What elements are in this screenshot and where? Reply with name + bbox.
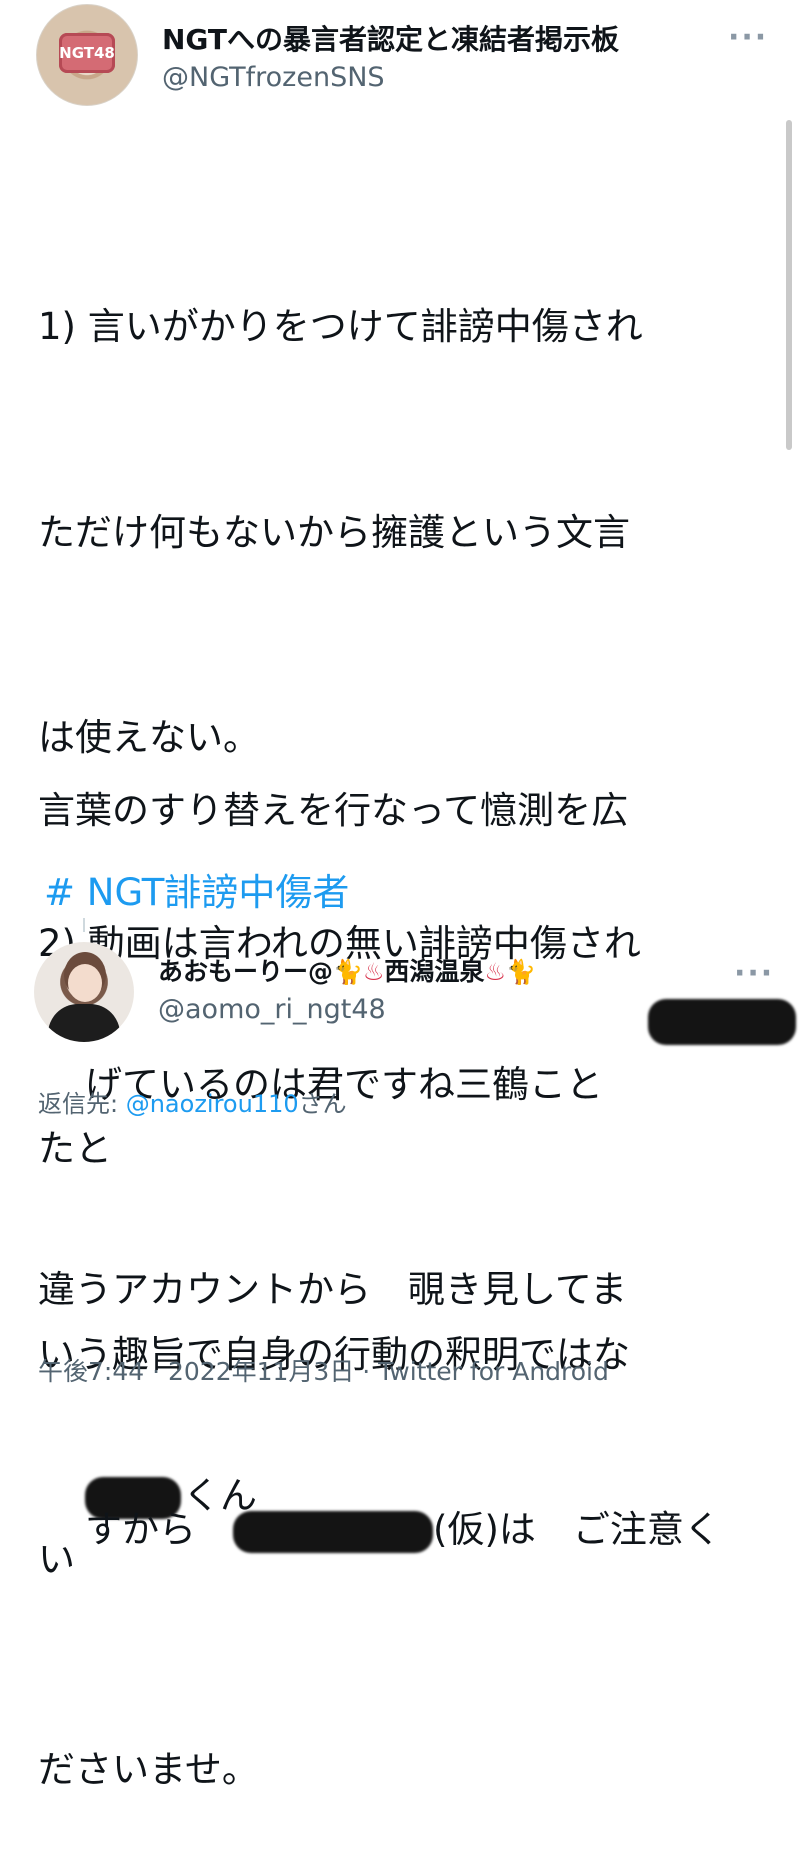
redaction-mark (648, 998, 796, 1045)
reply-body-line: ださいませ。 (38, 1748, 259, 1791)
tweet-timestamp[interactable]: 午後7:44 · 2022年11月3日 · Twitter for Androi… (38, 1352, 609, 1388)
tweet-body-line: 言葉のすり替えを行なって憶測を広 (38, 789, 629, 832)
tweet-body-line: ただけ何もないから擁護という文言 (38, 510, 630, 554)
more-horizontal-icon[interactable]: ··· (734, 956, 774, 991)
thread-connector-line (83, 918, 85, 932)
author-avatar[interactable]: NGT48 (36, 4, 138, 106)
reply-to-suffix: さん (298, 1090, 347, 1118)
scrollbar[interactable] (786, 120, 792, 450)
reply-author-name-prefix: あおもーりー@ (158, 957, 334, 986)
reply-body: 違うアカウントから 覗き見してま すから (仮)は ご注意く ださいませ。 (38, 1140, 721, 1860)
hot-springs-icon: ♨ (484, 958, 506, 986)
reply-body-line: 違うアカウントから 覗き見してま (38, 1268, 628, 1311)
tweet-body-line: 1) 言いがかりをつけて誹謗中傷され (38, 305, 643, 348)
redaction-mark (233, 1510, 434, 1553)
reply-author-avatar[interactable] (34, 942, 134, 1042)
cat-icon: 🐈 (505, 958, 536, 986)
cat-icon: 🐈 (333, 958, 363, 986)
hot-springs-icon: ♨ (362, 958, 385, 986)
author-display-name[interactable]: NGTへの暴言者認定と凍結者掲示板 (162, 18, 619, 58)
avatar-shirt (48, 1004, 120, 1042)
avatar-face (68, 964, 102, 1002)
reply-author-display-name[interactable]: あおもーりー@🐈♨西潟温泉♨🐈 (158, 952, 536, 988)
reply-body-line: すから (85, 1508, 234, 1551)
hashtag-link[interactable]: # NGT誹謗中傷者 (44, 862, 349, 916)
reply-author-handle[interactable]: @aomo_ri_ngt48 (158, 994, 386, 1025)
reply-author-name-middle: 西潟温泉 (384, 957, 485, 986)
reply-body-line: (仮)は ご注意く (433, 1508, 721, 1551)
reply-to-label: 返信先: (38, 1090, 126, 1118)
more-horizontal-icon[interactable]: ··· (728, 20, 768, 55)
reply-to-user-link[interactable]: @naozirou110 (126, 1090, 299, 1118)
author-handle[interactable]: @NGTfrozenSNS (162, 62, 385, 93)
reply-to-line: 返信先: @naozirou110さん (38, 1084, 347, 1119)
reply-body-line-with-redaction: すから (仮)は ご注意く (38, 1440, 721, 1620)
avatar-badge: NGT48 (59, 33, 115, 73)
